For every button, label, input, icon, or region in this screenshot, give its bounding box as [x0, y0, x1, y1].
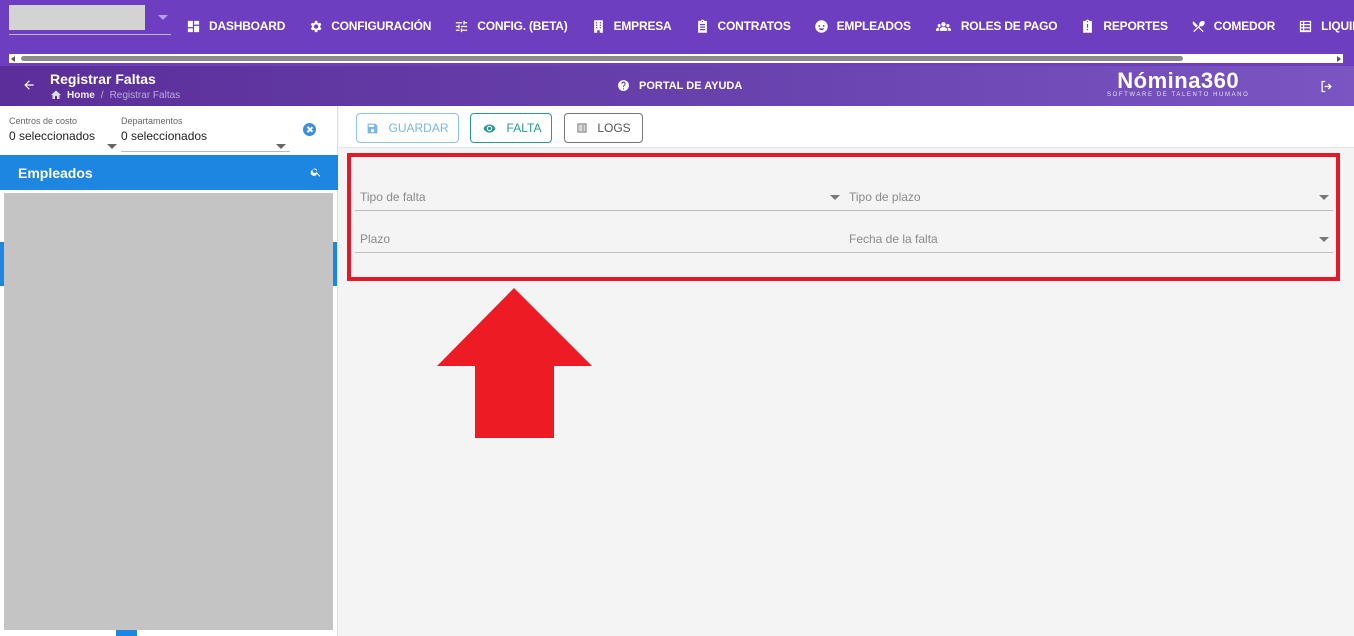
chevron-down-icon [158, 15, 168, 20]
scroll-right-icon[interactable] [1337, 56, 1341, 62]
falta-button[interactable]: FALTA [470, 113, 552, 143]
employee-list[interactable] [4, 193, 333, 630]
cost-centers-filter[interactable]: Centros de costo 0 seleccionados [9, 116, 117, 149]
tipo-falta-select[interactable]: Tipo de falta [355, 183, 844, 211]
cost-centers-label: Centros de costo [9, 116, 78, 126]
search-icon[interactable] [310, 166, 322, 178]
logs-button[interactable]: LOGS [564, 113, 643, 143]
menu-item-contratos[interactable]: CONTRATOS [695, 19, 791, 34]
page-title: Registrar Faltas [50, 71, 156, 87]
tipo-falta-label: Tipo de falta [360, 190, 426, 204]
face-icon [814, 19, 828, 33]
menu-item-label: REPORTES [1103, 19, 1168, 33]
company-select-value [9, 5, 145, 30]
departments-filter[interactable]: Departamentos 0 seleccionados [121, 116, 290, 152]
menu-item-label: EMPRESA [613, 19, 672, 33]
people-icon [935, 21, 951, 31]
employee-list-bottom-tab[interactable] [116, 630, 137, 636]
clipboard-icon [697, 19, 707, 33]
save-icon [368, 123, 378, 133]
falta-button-label: FALTA [506, 121, 542, 135]
menu-item-label: DASHBOARD [209, 19, 286, 33]
save-button-label: GUARDAR [388, 121, 449, 135]
chevron-down-icon [1319, 195, 1329, 200]
menu-item-label: CONTRATOS [717, 19, 791, 33]
menu-item-roles-de-pago[interactable]: ROLES DE PAGO [934, 19, 1058, 34]
help-label: PORTAL DE AYUDA [639, 79, 743, 92]
brand-logo: Nómina360 SOFTWARE DE TALENTO HUMANO [1107, 68, 1250, 99]
plazo-input[interactable]: Plazo [355, 225, 844, 253]
logs-button-label: LOGS [597, 121, 631, 135]
menu-item-comedor[interactable]: COMEDOR [1191, 19, 1275, 34]
scroll-left-icon[interactable] [11, 56, 15, 62]
cost-centers-value: 0 seleccionados [9, 129, 96, 143]
dashboard-icon [187, 20, 200, 32]
menu-item-empresa[interactable]: EMPRESA [591, 19, 672, 34]
employee-list-scrollbar[interactable] [333, 242, 337, 286]
tipo-plazo-label: Tipo de plazo [849, 190, 921, 204]
menu-item-label: COMEDOR [1213, 19, 1276, 33]
gear-icon [310, 20, 322, 32]
logout-icon[interactable] [1319, 79, 1334, 94]
departments-label: Departamentos [121, 116, 183, 126]
eye-icon [483, 123, 496, 133]
menu-item-label: CONFIG. (BETA) [477, 19, 568, 33]
chevron-down-icon [830, 195, 840, 200]
employees-title: Empleados [18, 165, 93, 181]
menu-item-reportes[interactable]: REPORTES [1080, 19, 1168, 34]
report-icon [1083, 19, 1093, 33]
menu-item-empleados[interactable]: EMPLEADOS [814, 19, 911, 34]
page-header: Registrar Faltas Home / Registrar Faltas… [0, 66, 1354, 106]
action-toolbar: GUARDAR FALTA LOGS [339, 106, 1354, 148]
fecha-falta-label: Fecha de la falta [849, 232, 938, 246]
breadcrumb: Home / Registrar Faltas [50, 89, 180, 101]
chevron-down-icon [1319, 237, 1329, 242]
brand-tagline: SOFTWARE DE TALENTO HUMANO [1107, 92, 1250, 98]
breadcrumb-current: Registrar Faltas [109, 89, 181, 101]
brand-name: Nómina360 [1117, 68, 1240, 93]
employees-header: Empleados [0, 155, 338, 190]
selected-employee-indicator [0, 242, 4, 286]
cutlery-icon [1192, 20, 1205, 32]
back-arrow-icon[interactable] [22, 78, 36, 92]
departments-value: 0 seleccionados [121, 129, 208, 143]
clear-filters-icon[interactable] [303, 123, 316, 136]
help-icon [618, 80, 629, 91]
fecha-falta-select[interactable]: Fecha de la falta [844, 225, 1333, 253]
logs-icon [577, 123, 587, 133]
plazo-label: Plazo [360, 232, 391, 246]
building-icon [593, 19, 603, 33]
breadcrumb-home[interactable]: Home [67, 90, 95, 101]
company-select[interactable] [9, 5, 171, 35]
breadcrumb-separator: / [100, 89, 104, 101]
home-icon [51, 90, 61, 99]
list-icon [1299, 20, 1312, 32]
menu-item-config-beta[interactable]: CONFIG. (BETA) [454, 19, 568, 34]
chevron-down-icon [107, 144, 117, 149]
menu-item-dashboard[interactable]: DASHBOARD [186, 19, 285, 34]
save-button[interactable]: GUARDAR [356, 113, 459, 143]
top-nav: DASHBOARD CONFIGURACIÓN CONFIG. (BETA) E… [0, 0, 1354, 66]
menu-item-liquidaciones[interactable]: LIQUIDACIONES [1298, 19, 1354, 34]
tipo-plazo-select[interactable]: Tipo de plazo [844, 183, 1333, 211]
chevron-down-icon [276, 144, 286, 149]
menu-item-label: LIQUIDACIONES [1321, 19, 1354, 33]
menu-item-label: EMPLEADOS [836, 19, 911, 33]
help-portal-link[interactable]: PORTAL DE AYUDA [617, 79, 742, 92]
sliders-icon [456, 20, 468, 32]
employee-panel: Centros de costo 0 seleccionados Departa… [0, 106, 338, 636]
menu-scrollbar[interactable] [9, 54, 1343, 63]
absence-form: Tipo de falta Tipo de plazo Plazo Fecha … [347, 153, 1340, 281]
scrollbar-thumb[interactable] [21, 56, 1183, 61]
red-arrow-annotation [437, 288, 592, 438]
main-menu: DASHBOARD CONFIGURACIÓN CONFIG. (BETA) E… [186, 0, 1354, 52]
menu-item-configuracion[interactable]: CONFIGURACIÓN [308, 19, 431, 34]
menu-item-label: CONFIGURACIÓN [331, 19, 432, 33]
menu-item-label: ROLES DE PAGO [960, 19, 1058, 33]
